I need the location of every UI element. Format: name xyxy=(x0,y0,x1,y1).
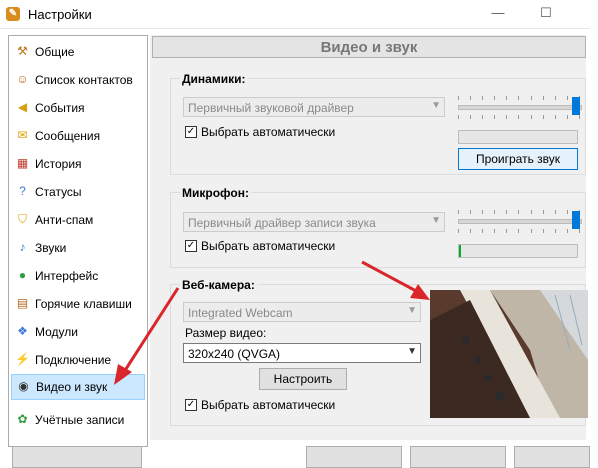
microphone-title: Микрофон: xyxy=(180,186,251,200)
sidebar-item-label: История xyxy=(35,157,82,171)
webcam-auto-label: Выбрать автоматически xyxy=(201,398,336,412)
slider-ticks xyxy=(458,210,580,214)
sidebar-item-label: Видео и звук xyxy=(36,380,108,394)
webcam-device-select[interactable]: Integrated Webcam ▼ xyxy=(183,302,421,322)
speakers-title: Динамики: xyxy=(180,72,248,86)
contacts-icon: ☺ xyxy=(16,72,29,86)
sidebar-item-label: Анти-спам xyxy=(35,213,94,227)
sidebar-item-history[interactable]: ▦ История xyxy=(11,152,143,176)
modules-icon: ❖ xyxy=(17,324,28,338)
webcam-auto-checkbox[interactable]: ✓ xyxy=(185,399,197,411)
question-icon: ? xyxy=(19,184,26,198)
sidebar-item-video-sound[interactable]: ◉ Видео и звук xyxy=(11,374,145,400)
cancel-button[interactable] xyxy=(410,446,506,468)
sidebar-item-statuses[interactable]: ? Статусы xyxy=(11,180,143,204)
apply-button[interactable] xyxy=(514,446,590,468)
sidebar-item-antispam[interactable]: ⛉ Анти-спам xyxy=(11,208,143,232)
microphone-device-value: Первичный драйвер записи звука xyxy=(188,216,376,230)
sidebar-item-label: Список контактов xyxy=(35,73,133,87)
play-sound-button[interactable]: Проиграть звук xyxy=(458,148,578,170)
calendar-icon: ▦ xyxy=(16,156,29,170)
sidebar-item-contacts[interactable]: ☺ Список контактов xyxy=(11,68,143,92)
sidebar-item-label: Учётные записи xyxy=(35,413,125,427)
speaker-device-value: Первичный звуковой драйвер xyxy=(188,101,354,115)
ok-button[interactable] xyxy=(306,446,402,468)
sidebar-item-hotkeys[interactable]: ▤ Горячие клавиши xyxy=(11,292,143,316)
tools-icon: ⚒ xyxy=(17,44,28,58)
microphone-device-select[interactable]: Первичный драйвер записи звука ▼ xyxy=(183,212,445,232)
sidebar-item-events[interactable]: ◀ События xyxy=(11,96,143,120)
microphone-auto-checkbox[interactable]: ✓ xyxy=(185,240,197,252)
sidebar-item-label: Подключение xyxy=(35,353,112,367)
webcam-preview xyxy=(430,290,588,418)
webcam-device-value: Integrated Webcam xyxy=(188,306,293,320)
chevron-down-icon: ▼ xyxy=(407,305,417,316)
video-size-value: 320x240 (QVGA) xyxy=(188,347,281,361)
sidebar-item-label: Модули xyxy=(35,325,78,339)
sidebar-item-label: События xyxy=(35,101,85,115)
sidebar-item-interface[interactable]: ● Интерфейс xyxy=(11,264,143,288)
page-title: Видео и звук xyxy=(320,39,418,56)
window-title: Настройки xyxy=(28,7,92,22)
app-icon: ✎ xyxy=(6,7,20,21)
sidebar-item-accounts[interactable]: ✿ Учётные записи xyxy=(11,408,143,432)
speaker-level-bar xyxy=(458,130,578,144)
accounts-icon: ✿ xyxy=(17,412,28,426)
maximize-icon[interactable]: ☐ xyxy=(534,4,558,22)
microphone-level-fill xyxy=(459,245,462,257)
music-note-icon: ♪ xyxy=(19,240,26,254)
sidebar-item-label: Сообщения xyxy=(35,129,101,143)
camera-icon: ◉ xyxy=(18,379,29,393)
speaker-auto-label: Выбрать автоматически xyxy=(201,125,336,139)
sidebar-item-messages[interactable]: ✉ Сообщения xyxy=(11,124,143,148)
plug-icon: ⚡ xyxy=(15,352,30,366)
microphone-volume-thumb[interactable] xyxy=(572,211,580,229)
section-header: Видео и звук xyxy=(152,36,586,58)
slider-ticks xyxy=(458,229,580,233)
webcam-title: Веб-камера: xyxy=(180,278,257,292)
keyboard-icon: ▤ xyxy=(16,296,29,310)
sidebar-item-modules[interactable]: ❖ Модули xyxy=(11,320,143,344)
chevron-down-icon: ▼ xyxy=(431,100,441,111)
slider-ticks xyxy=(458,115,580,119)
shield-icon: ⛉ xyxy=(17,212,27,226)
minimize-icon[interactable]: — xyxy=(486,4,510,22)
chevron-down-icon: ▼ xyxy=(407,346,417,357)
slider-ticks xyxy=(458,96,580,100)
sidebar-item-label: Интерфейс xyxy=(35,269,99,283)
chevron-down-icon: ▼ xyxy=(431,215,441,226)
microphone-volume-slider[interactable] xyxy=(458,219,582,224)
footer-button-left[interactable] xyxy=(12,446,142,468)
sidebar-item-label: Общие xyxy=(35,45,75,59)
sidebar-item-label: Горячие клавиши xyxy=(35,297,132,311)
microphone-level-bar xyxy=(458,244,578,258)
chat-icon: ✉ xyxy=(17,128,28,142)
palette-icon: ● xyxy=(18,268,27,282)
sidebar-item-label: Звуки xyxy=(35,241,67,255)
sidebar-item-connection[interactable]: ⚡ Подключение xyxy=(11,348,143,372)
sidebar-item-sounds[interactable]: ♪ Звуки xyxy=(11,236,143,260)
bell-icon: ◀ xyxy=(17,100,28,114)
video-size-select[interactable]: 320x240 (QVGA) ▼ xyxy=(183,343,421,363)
speaker-volume-thumb[interactable] xyxy=(572,97,580,115)
settings-sidebar: ⚒ Общие ☺ Список контактов ◀ События ✉ С… xyxy=(8,35,148,447)
speaker-device-select[interactable]: Первичный звуковой драйвер ▼ xyxy=(183,97,445,117)
title-bar: ✎ Настройки — ☐ xyxy=(0,0,590,29)
microphone-auto-label: Выбрать автоматически xyxy=(201,239,336,253)
video-size-label: Размер видео: xyxy=(185,326,267,340)
sidebar-item-general[interactable]: ⚒ Общие xyxy=(11,40,143,64)
speaker-auto-checkbox[interactable]: ✓ xyxy=(185,126,197,138)
configure-webcam-button[interactable]: Настроить xyxy=(259,368,347,390)
speaker-volume-slider[interactable] xyxy=(458,105,582,110)
sidebar-item-label: Статусы xyxy=(35,185,82,199)
